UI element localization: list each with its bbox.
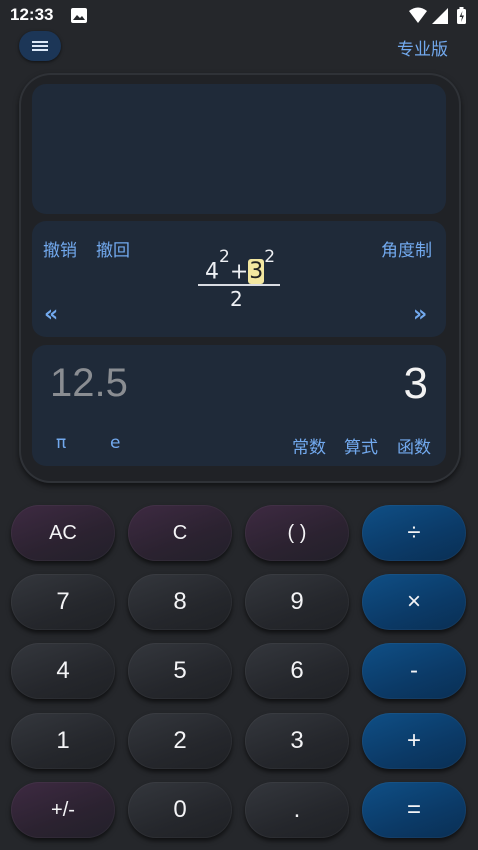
history-area[interactable] [32,84,446,214]
menu-button[interactable] [19,31,61,61]
equals-button[interactable]: = [362,782,466,838]
hamburger-icon [32,41,48,51]
digit-6-button[interactable]: 6 [245,643,349,699]
current-result: 3 [403,359,428,408]
angle-mode-button[interactable]: 角度制 [381,236,432,261]
expr-exp-1: 2 [219,247,230,267]
expr-plus: + [229,259,249,285]
digit-2-button[interactable]: 2 [128,713,232,769]
status-bar: 12:33 [0,0,478,32]
decimal-point-button[interactable]: . [245,782,349,838]
digit-1-button[interactable]: 1 [11,713,115,769]
expr-base-1: 4 [205,259,219,285]
subtract-button[interactable]: - [362,643,466,699]
sign-toggle-button[interactable]: +/- [11,782,115,838]
expr-cursor-base-2: 3 [248,259,265,285]
digit-7-button[interactable]: 7 [11,574,115,630]
functions-button[interactable]: 函数 [397,433,431,458]
image-notification-icon [71,8,87,23]
battery-icon [457,7,466,24]
previous-result[interactable]: 12.5 [50,361,128,406]
status-time: 12:33 [10,5,54,24]
parentheses-button[interactable]: ( ) [245,505,349,561]
fraction-line [198,284,280,286]
expression-fraction[interactable]: 42+32 2 [196,247,282,311]
cursor-right-button[interactable]: » [413,302,427,327]
formulas-button[interactable]: 算式 [344,433,378,458]
constants-button[interactable]: 常数 [292,433,326,458]
expr-exp-2: 2 [264,247,276,267]
undo-button[interactable]: 撤销 [43,236,77,261]
digit-3-button[interactable]: 3 [245,713,349,769]
digit-9-button[interactable]: 9 [245,574,349,630]
divide-button[interactable]: ÷ [362,505,466,561]
cursor-left-button[interactable]: « [44,302,58,327]
e-button[interactable]: e [110,433,120,453]
pi-button[interactable]: π [56,433,66,453]
expression-numerator: 42+32 [205,247,275,285]
digit-0-button[interactable]: 0 [128,782,232,838]
expression-denominator: 2 [230,287,243,311]
add-button[interactable]: + [362,713,466,769]
status-icons [408,6,470,26]
wifi-icon [409,7,427,23]
pro-version-link[interactable]: 专业版 [397,35,448,60]
digit-8-button[interactable]: 8 [128,574,232,630]
signal-icon [432,8,448,24]
multiply-button[interactable]: × [362,574,466,630]
clear-button[interactable]: C [128,505,232,561]
redo-button[interactable]: 撤回 [96,236,130,261]
digit-5-button[interactable]: 5 [128,643,232,699]
digit-4-button[interactable]: 4 [11,643,115,699]
all-clear-button[interactable]: AC [11,505,115,561]
